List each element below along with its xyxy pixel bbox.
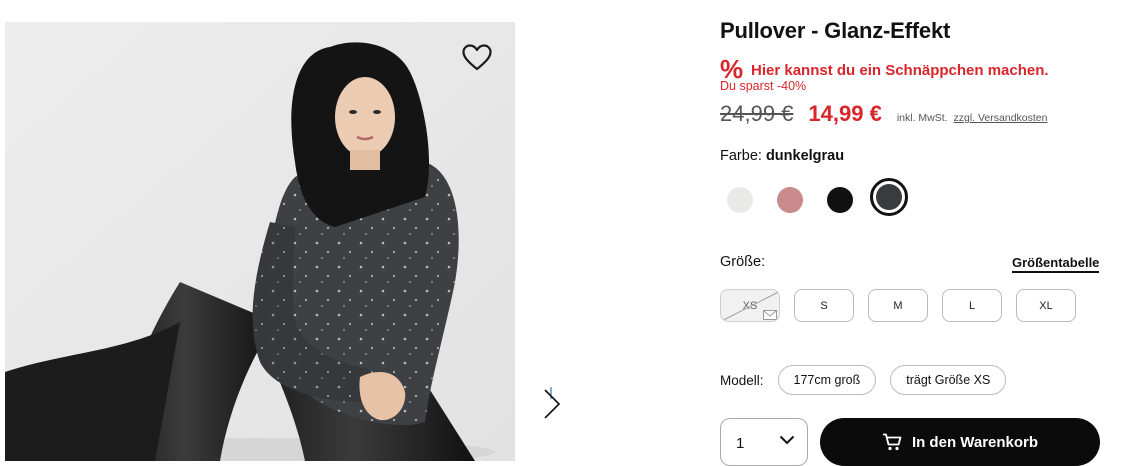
swatch-schwarz[interactable]: [827, 187, 853, 213]
size-option-label: XL: [1039, 299, 1053, 312]
promo-text: Hier kannst du ein Schnäppchen machen.: [751, 61, 1049, 79]
selected-color-name: dunkelgrau: [765, 148, 845, 164]
quantity-value: 1: [736, 435, 745, 452]
size-option-label: S: [820, 299, 828, 312]
size-option-xl[interactable]: XL: [1016, 289, 1076, 322]
shipping-costs-link[interactable]: zzgl. Versandkosten: [954, 112, 1048, 124]
add-to-cart-button[interactable]: In den Warenkorb: [820, 418, 1100, 466]
tax-text: inkl. MwSt.: [896, 112, 948, 124]
old-price: 24,99 €: [720, 101, 794, 126]
swatch-dunkelgrau-fill: [876, 184, 902, 210]
size-option-l[interactable]: L: [942, 289, 1002, 322]
color-label-text: Farbe:: [720, 148, 762, 164]
chevron-right-icon: [544, 387, 561, 419]
quantity-select[interactable]: 1: [720, 418, 808, 466]
product-image[interactable]: [5, 22, 515, 461]
price-row: 24,99 € 14,99 € inkl. MwSt. zzgl. Versan…: [720, 101, 1047, 127]
next-image-button[interactable]: [540, 385, 564, 425]
chevron-down-icon: [779, 435, 795, 445]
swatch-hellgrau[interactable]: [727, 187, 753, 213]
add-to-cart-label: In den Warenkorb: [911, 433, 1039, 451]
size-option-m[interactable]: M: [868, 289, 928, 322]
notify-mail-icon: [763, 310, 777, 320]
model-info: Modell: 177cm groß trägt Größe XS: [720, 365, 1020, 395]
swatch-dunkelgrau[interactable]: [870, 178, 908, 216]
size-option-label: M: [893, 299, 903, 312]
cart-icon: [882, 433, 902, 451]
product-title: Pullover - Glanz-Effekt: [720, 18, 951, 43]
color-label: Farbe: dunkelgrau: [720, 148, 844, 164]
size-option-xs[interactable]: XS: [720, 289, 780, 322]
swatch-rosa[interactable]: [777, 187, 803, 213]
wishlist-heart-button[interactable]: [461, 42, 493, 72]
size-label: Größe:: [720, 254, 766, 270]
size-chart-link[interactable]: Größentabelle: [1012, 255, 1100, 273]
model-size-chip: trägt Größe XS: [890, 365, 1007, 395]
size-option-label: L: [968, 299, 976, 312]
size-option-s[interactable]: S: [794, 289, 854, 322]
savings-text: Du sparst -40%: [720, 79, 807, 93]
tax-info: inkl. MwSt. zzgl. Versandkosten: [897, 112, 1048, 124]
model-label: Modell:: [720, 372, 764, 388]
sale-price: 14,99 €: [808, 101, 882, 126]
product-photo: [5, 22, 515, 461]
model-height-chip: 177cm groß: [777, 365, 877, 395]
heart-icon: [462, 43, 492, 70]
